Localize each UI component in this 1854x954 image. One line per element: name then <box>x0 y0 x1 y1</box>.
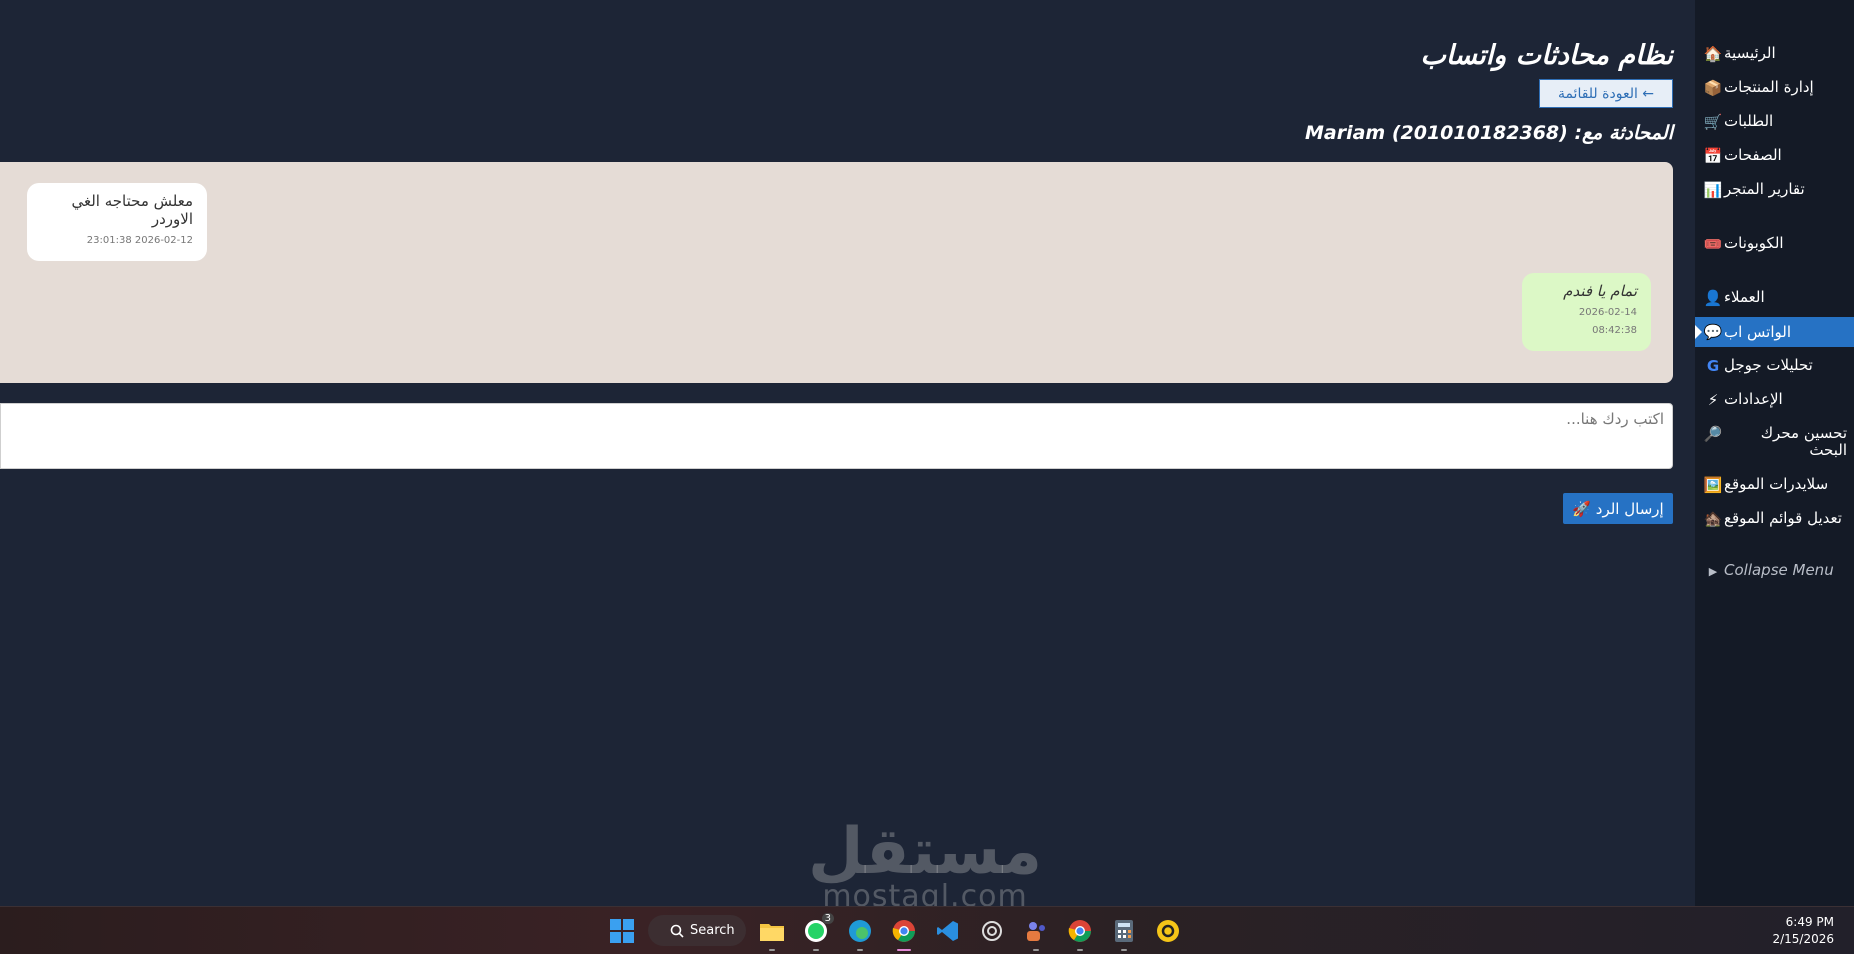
sidebar-item-label: تقارير المتجر <box>1724 180 1805 198</box>
chrome-profile-icon[interactable] <box>1064 915 1096 951</box>
sidebar-item-settings[interactable]: ⚡ الإعدادات <box>1695 389 1854 411</box>
start-button[interactable] <box>606 915 638 947</box>
seo-icon: 🔎 <box>1703 425 1723 443</box>
sidebar-item-google-analytics[interactable]: G تحليلات جوجل <box>1695 355 1854 377</box>
incoming-message: معلش محتاجه الغي الاوردر 2026-02-12 23:0… <box>27 183 207 261</box>
reply-box <box>0 403 1673 469</box>
calculator-icon[interactable] <box>1108 915 1140 951</box>
sidebar-item-seo[interactable]: 🔎 تحسين محرك البحث <box>1695 423 1854 459</box>
products-icon: 📦 <box>1703 79 1723 97</box>
search-label: Search <box>690 923 735 938</box>
sidebar-item-label: إدارة المنتجات <box>1724 78 1814 96</box>
sidebar-item-customers[interactable]: 👤 العملاء <box>1695 287 1854 309</box>
reply-input[interactable] <box>1 404 1672 468</box>
reports-icon: 📊 <box>1703 181 1723 199</box>
sidebar-item-label: الإعدادات <box>1724 390 1783 408</box>
sidebar-item-label: الواتس اب <box>1724 322 1792 341</box>
sidebar-item-whatsapp[interactable]: 💬 الواتس اب <box>1695 317 1854 347</box>
sidebar-item-label: Collapse Menu <box>1724 561 1834 579</box>
page-title: نظام محادثات واتساب <box>1420 40 1674 71</box>
sidebar-item-sliders[interactable]: 🖼️ سلايدرات الموقع <box>1695 474 1854 496</box>
customers-icon: 👤 <box>1703 289 1723 307</box>
sidebar-item-reports[interactable]: 📊 تقارير المتجر <box>1695 179 1854 201</box>
sidebar-item-label: تحسين محرك البحث <box>1760 424 1847 459</box>
clock-time: 6:49 PM <box>1785 915 1834 929</box>
pages-icon: 📅 <box>1703 147 1723 165</box>
app-yellow-icon[interactable] <box>1152 915 1184 947</box>
sidebar-item-products[interactable]: 📦 إدارة المنتجات <box>1695 77 1854 99</box>
sidebar-item-label: تعديل قوائم الموقع <box>1724 509 1842 527</box>
windows-icon <box>610 919 634 943</box>
taskbar-clock[interactable]: 6:49 PM 2/15/2026 <box>1772 914 1834 948</box>
search-icon <box>670 924 684 938</box>
sidebar-item-coupons[interactable]: 🎟️ الكوبونات <box>1695 233 1854 255</box>
sidebar-item-label: العملاء <box>1724 288 1765 306</box>
conversation-title: المحادثة مع: Mariam (201010182368) <box>1304 122 1673 144</box>
back-to-list-button[interactable]: ← العودة للقائمة <box>1539 79 1673 108</box>
send-reply-button[interactable]: إرسال الرد 🚀 <box>1563 493 1673 524</box>
sidebar-item-label: الطلبات <box>1724 112 1774 130</box>
whatsapp-badge: 3 <box>821 913 834 924</box>
message-text: تمام يا فندم <box>1563 282 1637 300</box>
whatsapp-icon: 💬 <box>1703 323 1723 341</box>
teams-icon[interactable] <box>1020 915 1052 951</box>
chatgpt-icon[interactable] <box>976 915 1008 947</box>
sidebar-item-label: الصفحات <box>1724 146 1782 164</box>
message-text: معلش محتاجه الغي الاوردر <box>71 192 193 228</box>
collapse-menu-button[interactable]: ▶ Collapse Menu <box>1695 560 1854 582</box>
watermark-logo: مستقل mostaql.com <box>807 815 1043 914</box>
sidebar-item-label: الكوبونات <box>1724 234 1784 252</box>
edge-icon[interactable] <box>844 915 876 951</box>
sidebar-item-home[interactable]: 🏠 الرئيسية <box>1695 43 1854 65</box>
sidebar-item-label: الرئيسية <box>1724 44 1776 62</box>
cart-icon: 🛒 <box>1703 113 1723 131</box>
message-time: 2026-02-14 08:42:38 <box>1578 307 1637 336</box>
vscode-icon[interactable] <box>932 915 964 947</box>
outgoing-message: تمام يا فندم 2026-02-14 08:42:38 <box>1522 273 1651 351</box>
sidebar-item-label: سلايدرات الموقع <box>1724 475 1829 493</box>
home-icon: 🏠 <box>1703 45 1723 63</box>
message-time: 2026-02-12 23:01:38 <box>86 235 193 246</box>
sliders-icon: 🖼️ <box>1703 476 1723 494</box>
sidebar-item-orders[interactable]: 🛒 الطلبات <box>1695 111 1854 133</box>
sidebar-item-pages[interactable]: 📅 الصفحات <box>1695 145 1854 167</box>
sidebar-item-menus[interactable]: 🏚️ تعديل قوائم الموقع <box>1695 508 1854 530</box>
sidebar-item-label: تحليلات جوجل <box>1724 356 1813 374</box>
chrome-icon[interactable] <box>888 915 920 951</box>
taskbar: Search 3 6:49 PM 2/15/2026 <box>0 906 1854 954</box>
settings-icon: ⚡ <box>1707 391 1719 409</box>
whatsapp-taskbar-icon[interactable]: 3 <box>800 913 834 951</box>
google-icon: G <box>1706 357 1720 375</box>
taskbar-search[interactable]: Search <box>648 915 746 946</box>
chat-messages[interactable]: معلش محتاجه الغي الاوردر 2026-02-12 23:0… <box>0 162 1673 383</box>
collapse-icon: ▶ <box>1708 564 1718 578</box>
menus-icon: 🏚️ <box>1703 510 1723 528</box>
sidebar: 🏠 الرئيسية 📦 إدارة المنتجات 🛒 الطلبات 📅 … <box>1695 0 1854 906</box>
file-explorer-icon[interactable] <box>756 915 788 951</box>
coupons-icon: 🎟️ <box>1703 235 1723 253</box>
clock-date: 2/15/2026 <box>1772 932 1834 946</box>
